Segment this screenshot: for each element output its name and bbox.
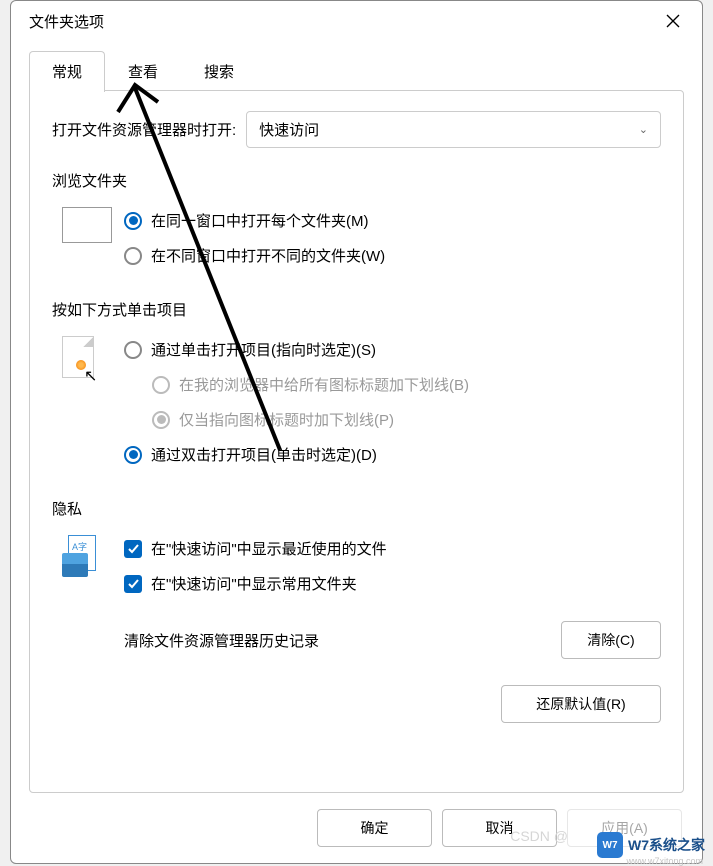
chevron-down-icon: ⌄ bbox=[639, 123, 648, 136]
tab-view[interactable]: 查看 bbox=[105, 51, 181, 91]
watermark-text: W7系统之家 bbox=[628, 835, 705, 855]
folder-options-dialog: 文件夹选项 常规 查看 搜索 打开文件资源管理器时打开: 快速访问 ⌄ 浏览文件… bbox=[10, 0, 703, 864]
dropdown-value: 快速访问 bbox=[259, 119, 319, 140]
open-explorer-label: 打开文件资源管理器时打开: bbox=[52, 119, 236, 140]
radio-label: 通过单击打开项目(指向时选定)(S) bbox=[151, 339, 376, 360]
clear-button[interactable]: 清除(C) bbox=[561, 621, 661, 659]
browse-folder-title: 浏览文件夹 bbox=[52, 170, 661, 191]
privacy-docs-icon bbox=[62, 535, 110, 571]
radio-icon bbox=[124, 446, 142, 464]
radio-label: 在同一窗口中打开每个文件夹(M) bbox=[151, 210, 369, 231]
radio-underline-hover: 仅当指向图标标题时加下划线(P) bbox=[124, 402, 661, 437]
radio-label: 在不同窗口中打开不同的文件夹(W) bbox=[151, 245, 385, 266]
radio-single-click[interactable]: 通过单击打开项目(指向时选定)(S) bbox=[124, 332, 661, 367]
radio-icon bbox=[124, 247, 142, 265]
ok-button[interactable]: 确定 bbox=[317, 809, 432, 847]
radio-same-window[interactable]: 在同一窗口中打开每个文件夹(M) bbox=[124, 203, 661, 238]
csdn-watermark: CSDN @ bbox=[510, 828, 568, 844]
tab-content-general: 打开文件资源管理器时打开: 快速访问 ⌄ 浏览文件夹 在同一窗口中打开每 bbox=[29, 90, 684, 793]
clear-history-row: 清除文件资源管理器历史记录 清除(C) bbox=[124, 621, 661, 659]
radio-different-window[interactable]: 在不同窗口中打开不同的文件夹(W) bbox=[124, 238, 661, 273]
radio-underline-all: 在我的浏览器中给所有图标标题加下划线(B) bbox=[124, 367, 661, 402]
radio-label: 仅当指向图标标题时加下划线(P) bbox=[179, 409, 394, 430]
checkbox-label: 在"快速访问"中显示常用文件夹 bbox=[151, 573, 357, 594]
browse-folder-group: 浏览文件夹 在同一窗口中打开每个文件夹(M) 在不同窗口中打开不同的文件夹(W) bbox=[52, 170, 661, 273]
radio-icon bbox=[152, 411, 170, 429]
open-explorer-dropdown[interactable]: 快速访问 ⌄ bbox=[246, 111, 661, 148]
dialog-title: 文件夹选项 bbox=[29, 11, 104, 32]
tab-general[interactable]: 常规 bbox=[29, 51, 105, 92]
tabs: 常规 查看 搜索 bbox=[29, 51, 684, 91]
restore-defaults-button[interactable]: 还原默认值(R) bbox=[501, 685, 661, 723]
watermark-badge-icon: W7 bbox=[597, 832, 623, 858]
radio-label: 在我的浏览器中给所有图标标题加下划线(B) bbox=[179, 374, 469, 395]
radio-double-click[interactable]: 通过双击打开项目(单击时选定)(D) bbox=[124, 437, 661, 472]
checkbox-frequent-folders[interactable]: 在"快速访问"中显示常用文件夹 bbox=[124, 566, 661, 601]
checkbox-icon bbox=[124, 575, 142, 593]
tab-search[interactable]: 搜索 bbox=[181, 51, 257, 91]
site-watermark: W7 W7系统之家 bbox=[597, 832, 705, 858]
checkbox-recent-files[interactable]: 在"快速访问"中显示最近使用的文件 bbox=[124, 531, 661, 566]
restore-row: 还原默认值(R) bbox=[52, 685, 661, 723]
folder-window-icon bbox=[62, 207, 110, 243]
checkbox-icon bbox=[124, 540, 142, 558]
privacy-group: 隐私 在"快速访问"中显示最近使用的文件 bbox=[52, 498, 661, 659]
clear-history-label: 清除文件资源管理器历史记录 bbox=[124, 630, 319, 651]
radio-icon bbox=[124, 341, 142, 359]
radio-icon bbox=[152, 376, 170, 394]
radio-icon bbox=[124, 212, 142, 230]
close-icon bbox=[666, 14, 680, 28]
watermark-url: www.w7xitong.com bbox=[626, 856, 703, 866]
pointer-file-icon: ↖ bbox=[62, 336, 110, 372]
tab-area: 常规 查看 搜索 打开文件资源管理器时打开: 快速访问 ⌄ 浏览文件夹 bbox=[11, 41, 702, 793]
radio-label: 通过双击打开项目(单击时选定)(D) bbox=[151, 444, 377, 465]
open-explorer-row: 打开文件资源管理器时打开: 快速访问 ⌄ bbox=[52, 111, 661, 148]
close-button[interactable] bbox=[658, 6, 688, 36]
privacy-title: 隐私 bbox=[52, 498, 661, 519]
click-items-title: 按如下方式单击项目 bbox=[52, 299, 661, 320]
titlebar: 文件夹选项 bbox=[11, 1, 702, 41]
checkbox-label: 在"快速访问"中显示最近使用的文件 bbox=[151, 538, 387, 559]
click-items-group: 按如下方式单击项目 ↖ 通过单击打开项目(指向时选定)(S) bbox=[52, 299, 661, 472]
